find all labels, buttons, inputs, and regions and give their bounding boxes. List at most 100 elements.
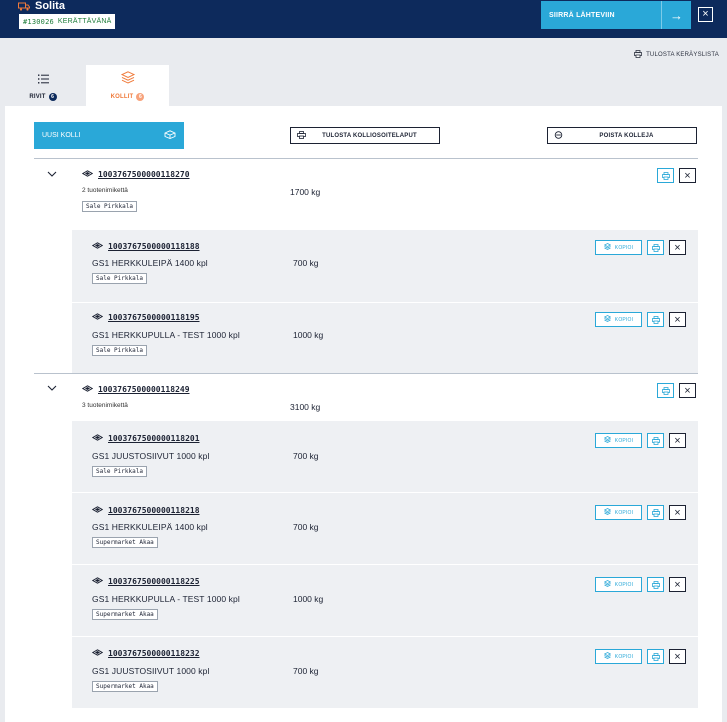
package-icon (91, 242, 104, 251)
layers-icon (603, 508, 612, 517)
package-weight: 700 kg (293, 451, 319, 461)
package-code-row: 1003767500000118225 (91, 577, 200, 586)
layers-icon (603, 315, 612, 324)
product-name: GS1 HERKKULEIPÄ 1400 kpl (92, 522, 208, 532)
package-code-row: 1003767500000118218 (91, 506, 200, 515)
tab-rivit[interactable]: RIVIT 6 (18, 65, 68, 106)
print-package-button[interactable] (647, 649, 664, 664)
print-package-labels-button[interactable]: TULOSTA KOLLIOSOITELAPUT (290, 127, 440, 144)
copy-package-button[interactable]: KOPIOI (595, 433, 642, 448)
remove-package-button[interactable]: × (679, 383, 696, 398)
package-icon (91, 434, 104, 443)
package-icon (91, 313, 104, 322)
remove-packages-button[interactable]: POISTA KOLLEJA (547, 127, 697, 144)
package-weight: 700 kg (293, 258, 319, 268)
copy-package-button[interactable]: KOPIOI (595, 577, 642, 592)
package-code-link[interactable]: 1003767500000118225 (108, 577, 200, 586)
remove-package-button[interactable]: × (669, 240, 686, 255)
package-code-link[interactable]: 1003767500000118218 (108, 506, 200, 515)
package-code-link[interactable]: 1003767500000118195 (108, 313, 200, 322)
package-remove-icon (554, 130, 563, 141)
copy-package-button[interactable]: KOPIOI (595, 312, 642, 327)
chevron-down-icon[interactable] (46, 169, 58, 179)
chevron-down-icon[interactable] (46, 383, 58, 393)
copy-label: KOPIOI (614, 316, 634, 323)
print-package-button[interactable] (647, 433, 664, 448)
package-add-icon (164, 130, 176, 141)
copy-label: KOPIOI (614, 653, 634, 660)
store-tag: Sale Pirkkala (82, 201, 137, 212)
package-code-row: 1003767500000118270 (81, 170, 190, 179)
printer-icon (651, 239, 660, 257)
tab-kollit-label: KOLLIT (110, 93, 134, 100)
layers-icon (603, 243, 612, 252)
send-to-outgoing-button[interactable]: SIIRRÄ LÄHTEVIIN → (541, 1, 691, 29)
package-icon (81, 170, 94, 179)
remove-package-button[interactable]: × (669, 433, 686, 448)
print-package-button[interactable] (647, 240, 664, 255)
print-picking-list-link[interactable]: TULOSTA KERÄYSLISTA (634, 50, 719, 60)
tab-rivit-label: RIVIT (29, 93, 46, 100)
copy-label: KOPIOI (614, 437, 634, 444)
remove-package-button[interactable]: × (669, 649, 686, 664)
print-picking-list-label: TULOSTA KERÄYSLISTA (646, 52, 719, 58)
package-code-row: 1003767500000118195 (91, 313, 200, 322)
package-weight: 1000 kg (293, 330, 324, 340)
store-tag: Supermarket Akaa (92, 681, 158, 692)
package-code-link[interactable]: 1003767500000118188 (108, 242, 200, 251)
order-number: #130026 (23, 17, 54, 26)
package-code-link[interactable]: 1003767500000118232 (108, 649, 200, 658)
truck-icon (18, 2, 30, 11)
package-code-link[interactable]: 1003767500000118201 (108, 434, 200, 443)
layers-icon (603, 652, 612, 661)
product-name: GS1 JUUSTOSIIVUT 1000 kpl (92, 666, 210, 676)
group-divider (34, 158, 698, 159)
product-name: GS1 HERKKUPULLA - TEST 1000 kpl (92, 330, 240, 340)
package-icon (91, 577, 104, 586)
copy-label: KOPIOI (614, 509, 634, 516)
copy-package-button[interactable]: KOPIOI (595, 505, 642, 520)
store-tag: Supermarket Akaa (92, 609, 158, 620)
remove-package-button[interactable]: × (679, 168, 696, 183)
copy-package-button[interactable]: KOPIOI (595, 649, 642, 664)
item-count: 2 tuotenimikettä (82, 187, 128, 194)
product-name: GS1 JUUSTOSIIVUT 1000 kpl (92, 451, 210, 461)
print-package-button[interactable] (647, 505, 664, 520)
copy-label: KOPIOI (614, 244, 634, 251)
package-icon (91, 506, 104, 515)
remove-package-button[interactable]: × (669, 505, 686, 520)
printer-icon (651, 311, 660, 329)
item-count: 3 tuotenimikettä (82, 402, 128, 409)
new-package-label: UUSI KOLLI (42, 132, 81, 139)
package-code-row: 1003767500000118249 (81, 385, 190, 394)
package-code-link[interactable]: 1003767500000118270 (98, 170, 190, 179)
print-package-button[interactable] (657, 168, 674, 183)
send-button-label: SIIRRÄ LÄHTEVIIN (549, 11, 615, 19)
product-name: GS1 HERKKULEIPÄ 1400 kpl (92, 258, 208, 268)
copy-package-button[interactable]: KOPIOI (595, 240, 642, 255)
remove-package-button[interactable]: × (669, 577, 686, 592)
package-weight: 700 kg (293, 666, 319, 676)
printer-icon (651, 648, 660, 666)
close-button[interactable]: × (698, 7, 713, 22)
print-package-button[interactable] (647, 312, 664, 327)
tab-rivit-count: 6 (48, 92, 57, 101)
print-package-button[interactable] (647, 577, 664, 592)
group-divider (34, 373, 698, 374)
package-code-link[interactable]: 1003767500000118249 (98, 385, 190, 394)
tab-kollit[interactable]: KOLLIT 6 (86, 65, 169, 106)
product-name: GS1 HERKKUPULLA - TEST 1000 kpl (92, 594, 240, 604)
print-package-labels-label: TULOSTA KOLLIOSOITELAPUT (322, 132, 417, 139)
remove-package-button[interactable]: × (669, 312, 686, 327)
new-package-button[interactable]: UUSI KOLLI (34, 122, 184, 149)
package-weight: 3100 kg (290, 402, 321, 412)
copy-label: KOPIOI (614, 581, 634, 588)
store-tag: Sale Pirkkala (92, 273, 147, 284)
brand: Solita (18, 0, 65, 12)
package-code-row: 1003767500000118232 (91, 649, 200, 658)
printer-icon (661, 167, 670, 185)
layers-icon (603, 436, 612, 445)
layers-icon (603, 580, 612, 589)
printer-icon (634, 50, 642, 60)
print-package-button[interactable] (657, 383, 674, 398)
